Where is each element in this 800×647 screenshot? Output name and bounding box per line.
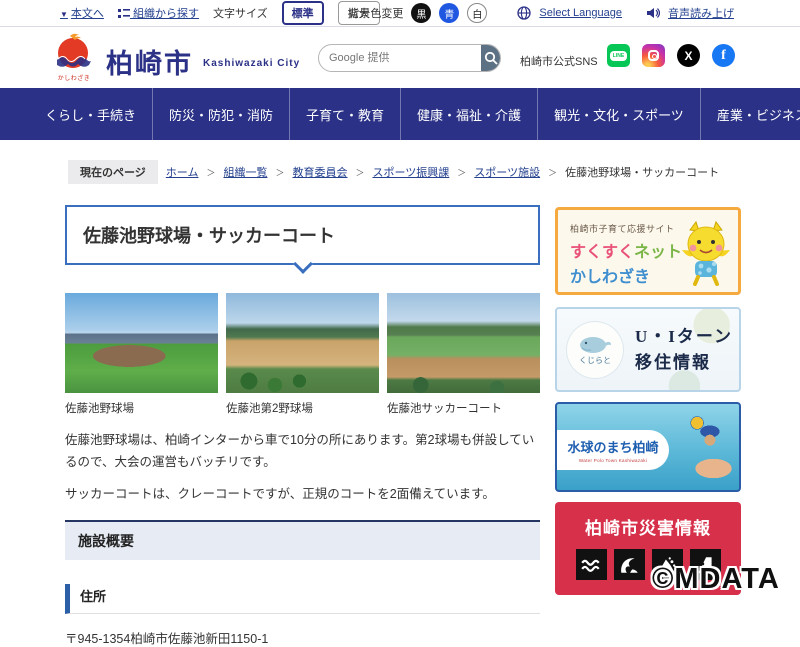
nav-item-kankou[interactable]: 観光・文化・スポーツ <box>538 88 701 140</box>
speaker-icon <box>646 7 660 19</box>
current-page-badge: 現在のページ <box>68 160 158 184</box>
watermark: ©MDATA <box>652 563 780 596</box>
photo-caption: 佐藤池第2野球場 <box>226 400 379 416</box>
whale-icon <box>578 333 612 355</box>
banner-kosodate-sukusuku: すくすく <box>570 244 634 261</box>
utility-bar: ▼本文へ 組織から探す 文字サイズ 標準 拡大 背景色変更 黒 青 白 Sele… <box>0 0 800 27</box>
breadcrumb-org-list[interactable]: 組織一覧 <box>223 164 267 180</box>
banner-iju-info[interactable]: くじらと U・Iターン 移住情報 <box>555 307 741 392</box>
city-logo[interactable]: かしわざき 柏崎市 Kashiwazaki City <box>52 32 300 82</box>
banner-water-polo[interactable]: 水球のまち柏崎 Water Polo Town Kashiwazaki <box>555 402 741 492</box>
search-button[interactable] <box>481 45 500 71</box>
breadcrumb-current: 佐藤池野球場・サッカーコート <box>565 164 719 180</box>
banner-water-polo-title: 水球のまち柏崎 <box>567 437 658 456</box>
tts-link[interactable]: 音声読み上げ <box>668 5 734 21</box>
sns-label: 柏崎市公式SNS <box>520 53 598 69</box>
breadcrumb-sports-division[interactable]: スポーツ振興課 <box>373 164 450 180</box>
site-search <box>318 44 501 72</box>
sidebar-banners: 柏崎市子育て応援サイト すくすくネット かしわざき <box>555 207 741 595</box>
skip-to-content-link[interactable]: ▼本文へ <box>60 5 104 21</box>
address-label: 住所 <box>65 584 540 614</box>
city-name: 柏崎市 <box>106 42 193 81</box>
logo-caption: かしわざき <box>52 73 96 82</box>
mascot-icon <box>678 220 734 286</box>
nav-item-bousai[interactable]: 防災・防犯・消防 <box>153 88 290 140</box>
globe-icon <box>517 6 531 20</box>
banner-iju-line2: 移住情報 <box>635 350 733 376</box>
select-language-link[interactable]: Select Language <box>539 7 622 19</box>
breadcrumb: 現在のページ ホーム ＞ 組織一覧 ＞ 教育委員会 ＞ スポーツ振興課 ＞ スポ… <box>68 160 768 184</box>
banner-iju-line1: U・Iターン <box>635 324 733 350</box>
title-arrow-decoration <box>293 254 313 274</box>
nav-item-sangyou[interactable]: 産業・ビジネス <box>701 88 800 140</box>
bg-white-button[interactable]: 白 <box>467 3 487 23</box>
font-size-standard-button[interactable]: 標準 <box>282 1 324 25</box>
bg-blue-button[interactable]: 青 <box>439 3 459 23</box>
description-paragraph: 佐藤池野球場は、柏崎インターから車で10分の所にあります。第2球場も併設している… <box>65 430 540 474</box>
banner-kosodate-site[interactable]: 柏崎市子育て応援サイト すくすくネット かしわざき <box>555 207 741 295</box>
search-icon <box>484 51 498 65</box>
photo-soccer-court <box>387 293 540 393</box>
breadcrumb-sports-facilities[interactable]: スポーツ施設 <box>474 164 540 180</box>
photo-second-baseball-field <box>226 293 379 393</box>
flood-icon <box>576 549 607 580</box>
global-nav: くらし・手続き 防災・防犯・消防 子育て・教育 健康・福祉・介護 観光・文化・ス… <box>0 88 800 140</box>
search-input[interactable] <box>319 45 481 71</box>
facility-overview-header: 施設概要 <box>65 520 540 560</box>
whale-logo: くじらと <box>567 322 623 378</box>
nav-item-kenkou[interactable]: 健康・福祉・介護 <box>401 88 538 140</box>
breadcrumb-home[interactable]: ホーム <box>166 164 199 180</box>
banner-water-polo-subtitle: Water Polo Town Kashiwazaki <box>579 458 647 463</box>
page-title: 佐藤池野球場・サッカーコート <box>83 222 522 248</box>
triangle-down-icon: ▼ <box>60 10 68 19</box>
photo-caption: 佐藤池野球場 <box>65 400 218 416</box>
breadcrumb-education-board[interactable]: 教育委員会 <box>292 164 347 180</box>
nav-item-kosodate[interactable]: 子育て・教育 <box>290 88 401 140</box>
instagram-icon[interactable] <box>642 44 665 67</box>
city-name-en: Kashiwazaki City <box>203 58 300 69</box>
line-icon[interactable]: LINE <box>607 44 630 67</box>
main-content: 佐藤池野球場・サッカーコート 佐藤池野球場 佐藤池第2野球場 佐藤池サッカーコー… <box>65 205 540 647</box>
tsunami-icon <box>614 549 645 580</box>
page-title-box: 佐藤池野球場・サッカーコート <box>65 205 540 265</box>
banner-kosodate-net: ネット <box>634 244 682 261</box>
facebook-icon[interactable]: f <box>712 44 735 67</box>
site-header: かしわざき 柏崎市 Kashiwazaki City 柏崎市公式SNS LINE… <box>0 28 800 88</box>
whale-logo-text: くじらと <box>579 355 611 366</box>
address-value: 〒945-1354柏崎市佐藤池新田1150-1 <box>65 628 540 647</box>
description-paragraph: サッカーコートは、クレーコートですが、正規のコートを2面備えています。 <box>65 484 540 506</box>
photo-caption: 佐藤池サッカーコート <box>387 400 540 416</box>
photo-figure: 佐藤池第2野球場 <box>226 293 379 416</box>
banner-disaster-title: 柏崎市災害情報 <box>555 514 741 539</box>
font-size-label: 文字サイズ <box>213 5 268 21</box>
photo-baseball-field <box>65 293 218 393</box>
city-logo-icon <box>52 32 96 74</box>
bg-color-label: 背景色変更 <box>348 5 403 21</box>
org-list-icon <box>118 9 130 19</box>
nav-item-kurashi[interactable]: くらし・手続き <box>28 88 153 140</box>
bg-black-button[interactable]: 黒 <box>411 3 431 23</box>
photo-figure: 佐藤池野球場 <box>65 293 218 416</box>
photo-figure: 佐藤池サッカーコート <box>387 293 540 416</box>
x-icon[interactable]: X <box>677 44 700 67</box>
org-search-link[interactable]: 組織から探す <box>118 5 199 21</box>
